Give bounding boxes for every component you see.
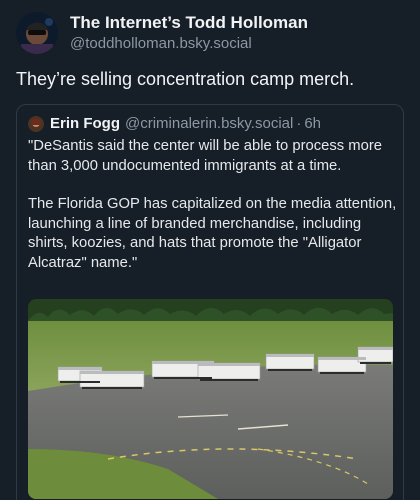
quoted-author-handle[interactable]: @criminalerin.bsky.social: [125, 115, 293, 132]
quoted-post[interactable]: Erin Fogg @criminalerin.bsky.social · 6h…: [16, 104, 404, 500]
quoted-paragraph: "DeSantis said the center will be able t…: [28, 138, 382, 174]
quoted-separator: ·: [296, 115, 302, 132]
quoted-paragraph: The Florida GOP has capitalized on the m…: [28, 196, 397, 271]
quoted-post-body: "DeSantis said the center will be able t…: [28, 137, 398, 292]
author-avatar[interactable]: [16, 12, 58, 54]
quoted-post-image[interactable]: [28, 299, 393, 499]
post-card: The Internet’s Todd Holloman @toddhollom…: [0, 0, 420, 500]
quoted-post-header: Erin Fogg @criminalerin.bsky.social · 6h: [28, 115, 321, 132]
author-names: The Internet’s Todd Holloman @toddhollom…: [70, 13, 308, 53]
quoted-author-display-name[interactable]: Erin Fogg: [50, 115, 120, 132]
post-header: The Internet’s Todd Holloman @toddhollom…: [16, 12, 308, 54]
author-display-name[interactable]: The Internet’s Todd Holloman: [70, 13, 308, 33]
author-handle[interactable]: @toddholloman.bsky.social: [70, 35, 308, 53]
post-text: They’re selling concentration camp merch…: [16, 69, 355, 89]
quoted-post-time[interactable]: 6h: [304, 115, 321, 132]
quoted-author-avatar: [28, 115, 44, 132]
